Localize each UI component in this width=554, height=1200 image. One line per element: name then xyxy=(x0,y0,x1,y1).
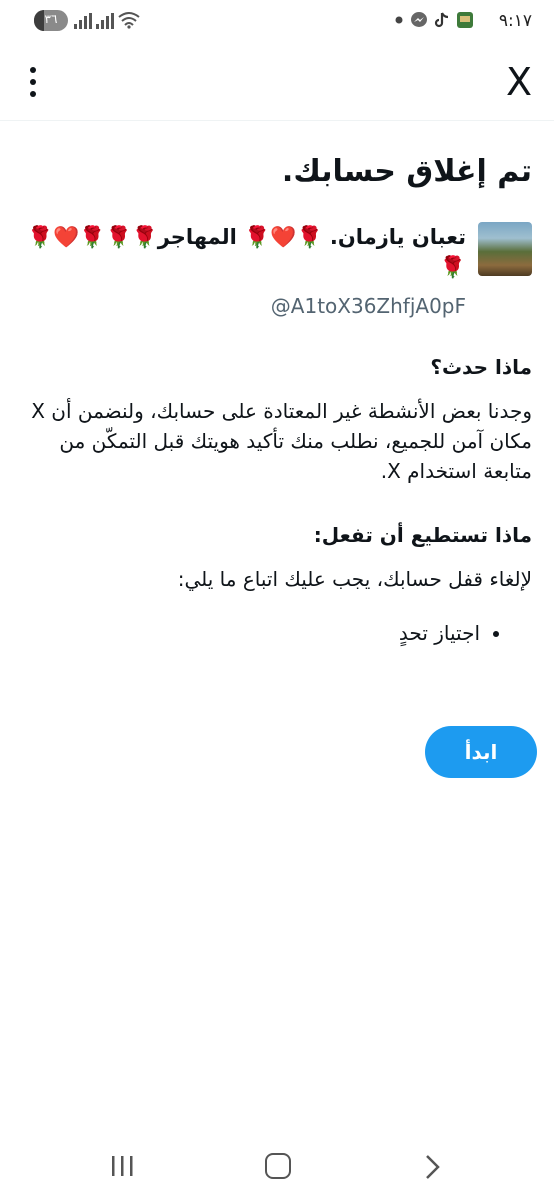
profile-names: تعبان يازمان. 🌹❤️🌹 المهاجر🌹🌹🌹❤️🌹🌹 @A1toX… xyxy=(26,222,466,318)
steps-list: اجتياز تحدٍ xyxy=(22,618,532,648)
home-icon[interactable] xyxy=(265,1153,291,1179)
notification-icons xyxy=(394,11,474,29)
start-button[interactable]: ابدأ xyxy=(425,726,537,778)
messenger-icon xyxy=(411,12,427,27)
clock: ٩:١٧ xyxy=(498,11,532,31)
more-options-icon[interactable] xyxy=(18,64,48,100)
back-icon[interactable] xyxy=(424,1154,442,1180)
recent-apps-icon[interactable] xyxy=(110,1154,136,1178)
page-title: تم إغلاق حسابك. xyxy=(281,154,532,189)
app-bar: X xyxy=(0,44,554,121)
signal-icon xyxy=(96,13,114,29)
status-bar: ٣٦ ٩:١٧ xyxy=(0,0,554,44)
user-handle: @A1toX36ZhfjA0pF xyxy=(270,294,466,318)
account-locked-content: تم إغلاق حسابك. تعبان يازمان. 🌹❤️🌹 المها… xyxy=(22,150,532,648)
avatar xyxy=(478,222,532,276)
battery-level: ٣٦ xyxy=(44,12,58,26)
wifi-icon xyxy=(118,12,140,29)
display-name: تعبان يازمان. 🌹❤️🌹 المهاجر🌹🌹🌹❤️🌹🌹 xyxy=(27,225,466,279)
what-to-do-text: لإلغاء قفل حسابك، يجب عليك اتباع ما يلي: xyxy=(177,567,532,591)
dot-icon xyxy=(395,16,403,24)
system-nav-bar xyxy=(0,1136,554,1200)
battery-indicator: ٣٦ xyxy=(34,10,68,31)
profile-summary: تعبان يازمان. 🌹❤️🌹 المهاجر🌹🌹🌹❤️🌹🌹 @A1toX… xyxy=(22,222,532,318)
what-happened-heading: ماذا حدث؟ xyxy=(430,355,532,379)
what-to-do-heading: ماذا تستطيع أن تفعل: xyxy=(313,523,532,547)
list-item: اجتياز تحدٍ xyxy=(22,618,480,648)
signal-icon xyxy=(74,13,92,29)
what-happened-text: وجدنا بعض الأنشطة غير المعتادة على حسابك… xyxy=(31,399,532,483)
x-logo-close-button[interactable]: X xyxy=(506,62,532,102)
tiktok-icon xyxy=(434,12,449,28)
app-icon xyxy=(457,12,473,28)
